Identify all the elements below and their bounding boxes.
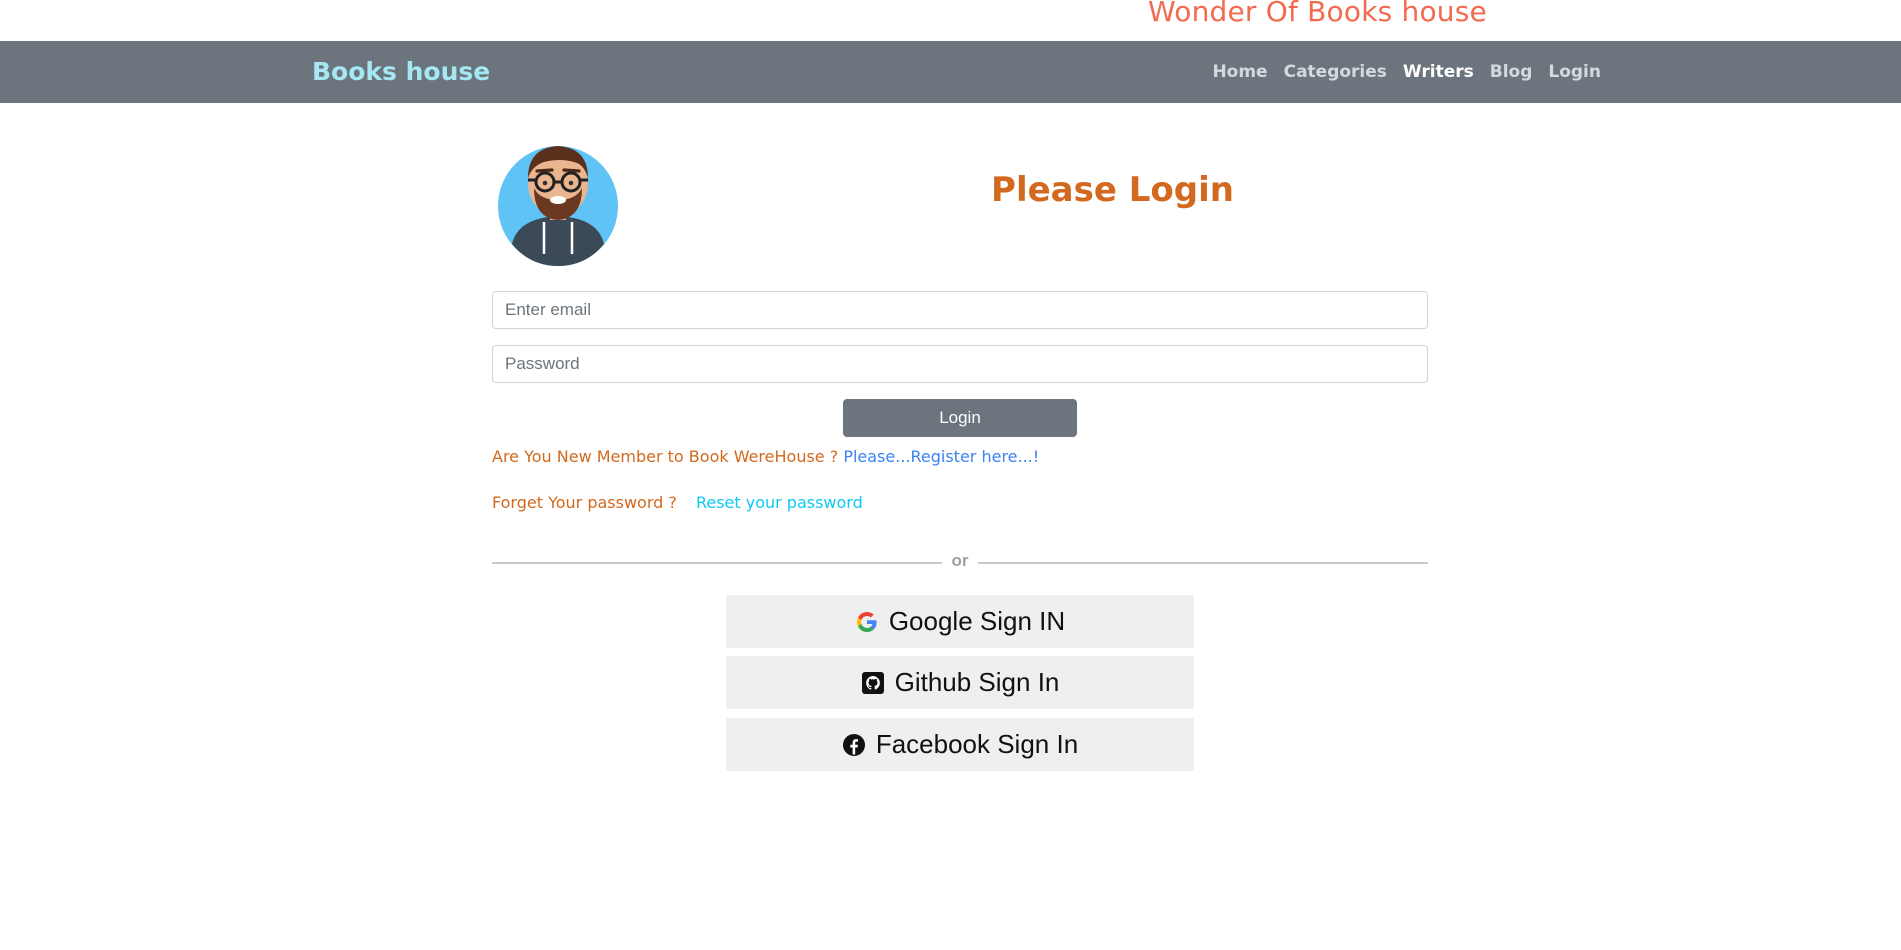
google-sign-in-button[interactable]: Google Sign IN <box>726 595 1194 648</box>
password-field[interactable] <box>492 345 1428 383</box>
forgot-password-prompt: Forget Your password ? Reset your passwo… <box>492 493 863 512</box>
nav-link-writers[interactable]: Writers <box>1403 62 1474 82</box>
login-button[interactable]: Login <box>843 399 1077 437</box>
google-icon <box>856 611 877 632</box>
nav-link-home[interactable]: Home <box>1212 62 1267 82</box>
or-divider: or <box>492 551 1428 573</box>
divider-text: or <box>951 551 969 570</box>
nav-link-blog[interactable]: Blog <box>1490 62 1533 82</box>
forgot-password-question: Forget Your password ? <box>492 493 677 512</box>
facebook-sign-in-label: Facebook Sign In <box>875 729 1079 759</box>
brand-logo[interactable]: Books house <box>312 41 490 103</box>
github-icon <box>861 671 884 694</box>
email-field[interactable] <box>492 291 1428 329</box>
nav-link-login[interactable]: Login <box>1548 62 1601 82</box>
divider-line-right <box>978 562 1428 564</box>
github-sign-in-button[interactable]: Github Sign In <box>726 656 1194 709</box>
reset-password-link[interactable]: Reset your password <box>696 493 863 512</box>
page-title: Please Login <box>991 170 1234 210</box>
github-sign-in-label: Github Sign In <box>894 667 1060 697</box>
facebook-sign-in-button[interactable]: Facebook Sign In <box>726 718 1194 771</box>
google-sign-in-label: Google Sign IN <box>888 606 1066 636</box>
site-tagline: Wonder Of Books house <box>1148 0 1487 28</box>
register-link[interactable]: Please...Register here...! <box>843 447 1039 466</box>
facebook-icon <box>842 733 865 756</box>
nav-links: Home Categories Writers Blog Login <box>1212 41 1601 103</box>
nav-link-categories[interactable]: Categories <box>1284 62 1387 82</box>
user-avatar-illustration <box>498 146 618 266</box>
register-prompt: Are You New Member to Book WereHouse ? P… <box>492 447 1039 466</box>
register-question: Are You New Member to Book WereHouse ? <box>492 447 839 466</box>
top-navbar: Books house Home Categories Writers Blog… <box>0 41 1901 103</box>
